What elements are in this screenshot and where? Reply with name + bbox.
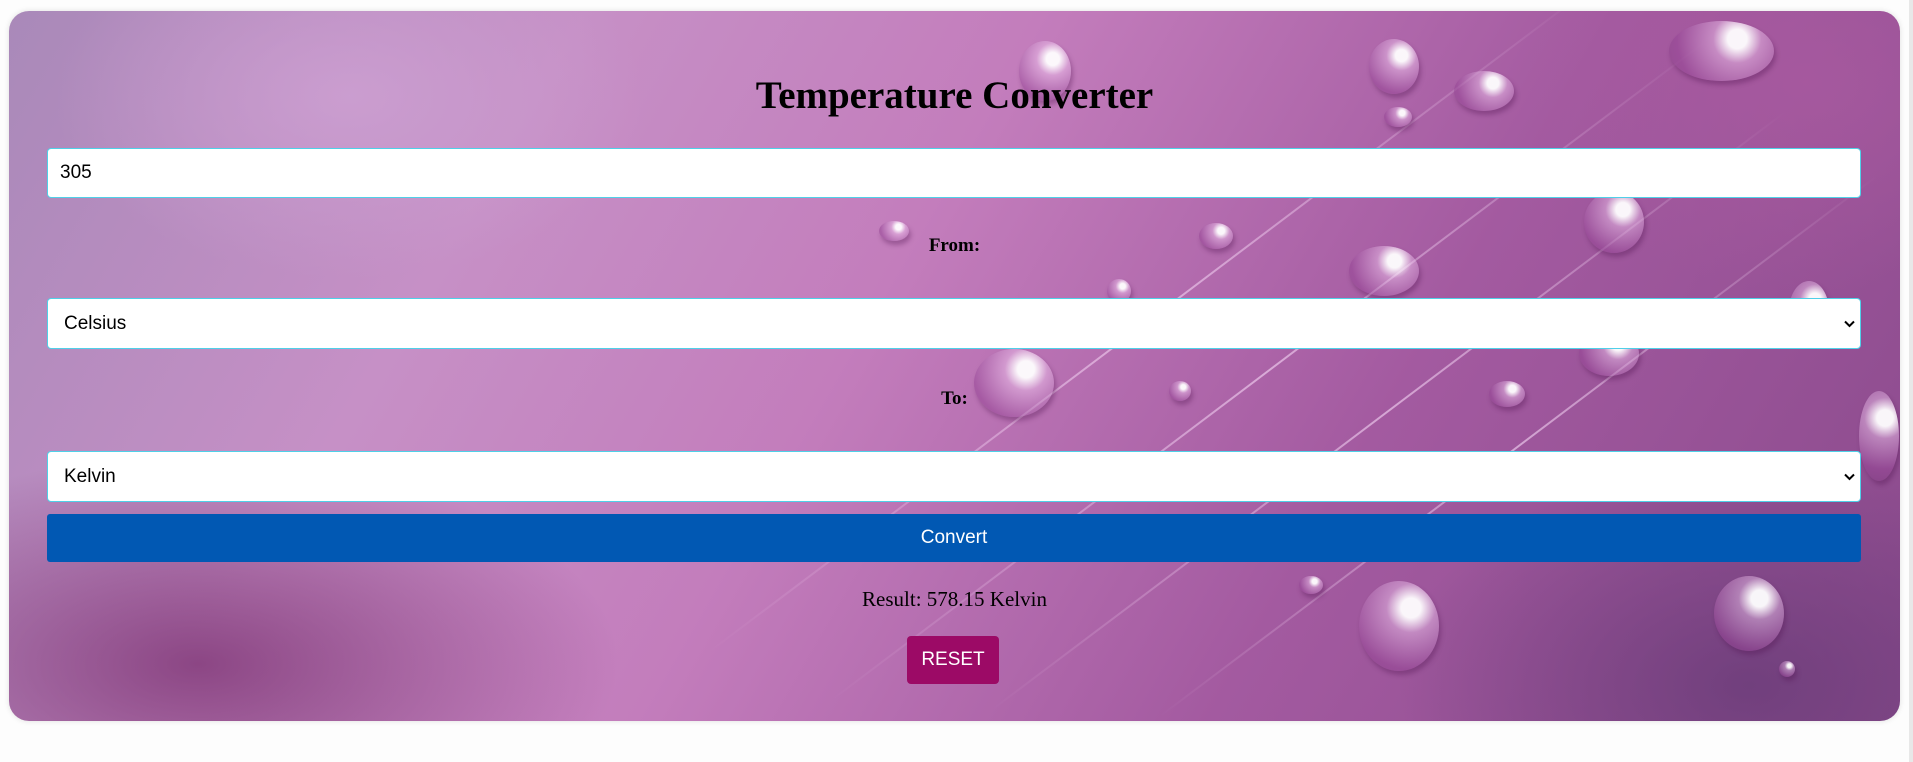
result-text: Result: 578.15 Kelvin [862,587,1047,611]
to-label: To: [941,388,968,409]
temperature-value-input[interactable]: 305 [47,148,1861,198]
reset-button[interactable]: RESET [907,636,999,684]
page-title: Temperature Converter [755,74,1154,117]
from-label: From: [928,235,981,256]
to-unit-select[interactable]: Kelvin [47,451,1861,502]
page: Temperature Converter 305 From: Celsius … [0,0,1913,762]
scrollbar[interactable] [1909,0,1913,762]
chevron-down-icon [1842,299,1856,348]
from-unit-select[interactable]: Celsius [47,298,1861,349]
from-unit-selected-value: Celsius [64,313,127,334]
converter-card: Temperature Converter 305 From: Celsius … [9,11,1900,721]
convert-button[interactable]: Convert [47,514,1861,562]
converter-form: Temperature Converter 305 From: Celsius … [9,11,1900,721]
to-unit-selected-value: Kelvin [64,466,116,487]
chevron-down-icon [1842,452,1856,501]
